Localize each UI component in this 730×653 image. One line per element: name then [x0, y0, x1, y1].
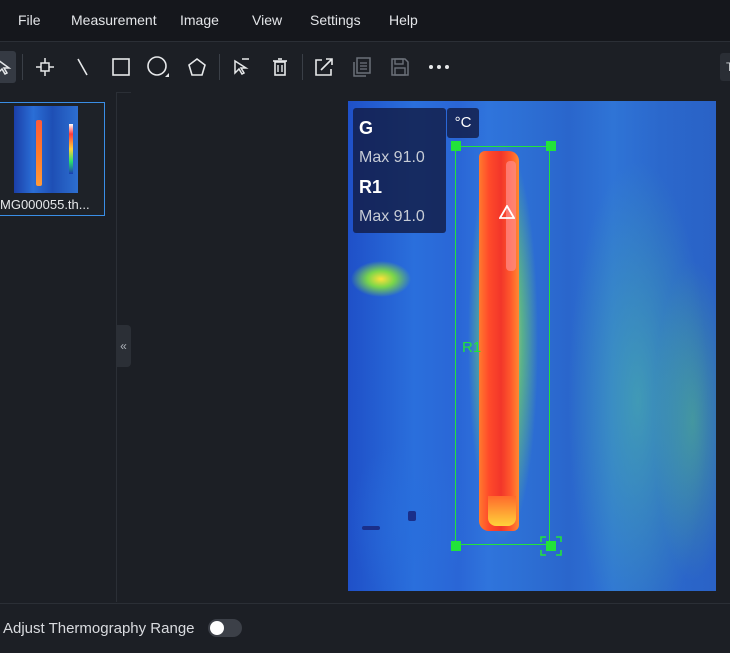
- select-tool-button[interactable]: [0, 52, 18, 82]
- menu-view[interactable]: View: [252, 12, 282, 28]
- point-tool-button[interactable]: [30, 52, 60, 82]
- line-icon: [77, 58, 88, 76]
- roi-handle-top-right[interactable]: [546, 141, 556, 151]
- global-label: G: [359, 118, 374, 138]
- triangle-max-icon: [499, 205, 515, 219]
- more-button[interactable]: [424, 52, 454, 82]
- thumbnail-hot-object: [36, 120, 42, 186]
- toolbar-separator: [22, 54, 23, 80]
- thumbnail-filename: MG000055.th...: [0, 197, 90, 212]
- temperature-unit: °C: [447, 108, 479, 138]
- delete-button[interactable]: [265, 52, 295, 82]
- copy-icon: [353, 57, 371, 77]
- export-icon: [315, 58, 333, 76]
- resize-corner-icon[interactable]: [540, 536, 562, 556]
- thumbnail-panel: MG000055.th...: [0, 92, 117, 602]
- toolbar-right-button[interactable]: T: [720, 53, 730, 81]
- roi-handle-top-left[interactable]: [451, 141, 461, 151]
- ellipse-icon: [147, 56, 169, 77]
- cursor-clear-icon: [234, 58, 249, 75]
- roi-info-label: R1: [359, 177, 383, 197]
- thumbnail-item[interactable]: MG000055.th...: [0, 102, 105, 216]
- menu-settings[interactable]: Settings: [310, 12, 361, 28]
- trash-icon: [273, 58, 287, 76]
- polygon-tool-button[interactable]: [182, 52, 212, 82]
- menu-image[interactable]: Image: [180, 12, 219, 28]
- menu-measurement[interactable]: Measurement: [71, 12, 157, 28]
- toolbar: T: [0, 42, 730, 93]
- thermal-dark-mark: [408, 511, 416, 521]
- adjust-thermography-label: Adjust Thermography Range: [3, 620, 195, 637]
- rectangle-tool-button[interactable]: [106, 52, 136, 82]
- menu-file[interactable]: File: [18, 12, 41, 28]
- roi-handle-bottom-left[interactable]: [451, 541, 461, 551]
- more-icon: [429, 65, 449, 69]
- thermal-dark-mark: [362, 526, 380, 530]
- polygon-icon: [188, 58, 206, 76]
- crosshair-point-icon: [36, 58, 54, 76]
- toolbar-separator: [219, 54, 220, 80]
- save-icon: [391, 58, 409, 76]
- toolbar-separator: [302, 54, 303, 80]
- line-tool-button[interactable]: [68, 52, 98, 82]
- thumbnail-color-scale: [69, 124, 73, 174]
- roi-label: R1: [462, 339, 482, 356]
- adjust-thermography-toggle[interactable]: [208, 619, 242, 637]
- export-button[interactable]: [309, 52, 339, 82]
- bottom-bar: Adjust Thermography Range: [0, 603, 730, 653]
- ellipse-tool-button[interactable]: [143, 52, 173, 82]
- chevron-double-left-icon: «: [120, 339, 127, 353]
- roi-max-value: Max 91.0: [359, 208, 425, 225]
- menu-bar: File Measurement Image View Settings Hel…: [0, 0, 730, 42]
- thumbnail-image: [14, 106, 78, 193]
- collapse-panel-button[interactable]: «: [116, 325, 131, 367]
- toggle-knob: [210, 621, 224, 635]
- global-max-value: Max 91.0: [359, 149, 425, 166]
- clear-selection-button[interactable]: [226, 52, 256, 82]
- copy-button[interactable]: [347, 52, 377, 82]
- menu-help[interactable]: Help: [389, 12, 418, 28]
- rectangle-icon: [112, 58, 130, 76]
- measurement-info-box: G Max 91.0 R1 Max 91.0: [353, 108, 446, 233]
- save-button[interactable]: [385, 52, 415, 82]
- cursor-icon: [0, 60, 12, 75]
